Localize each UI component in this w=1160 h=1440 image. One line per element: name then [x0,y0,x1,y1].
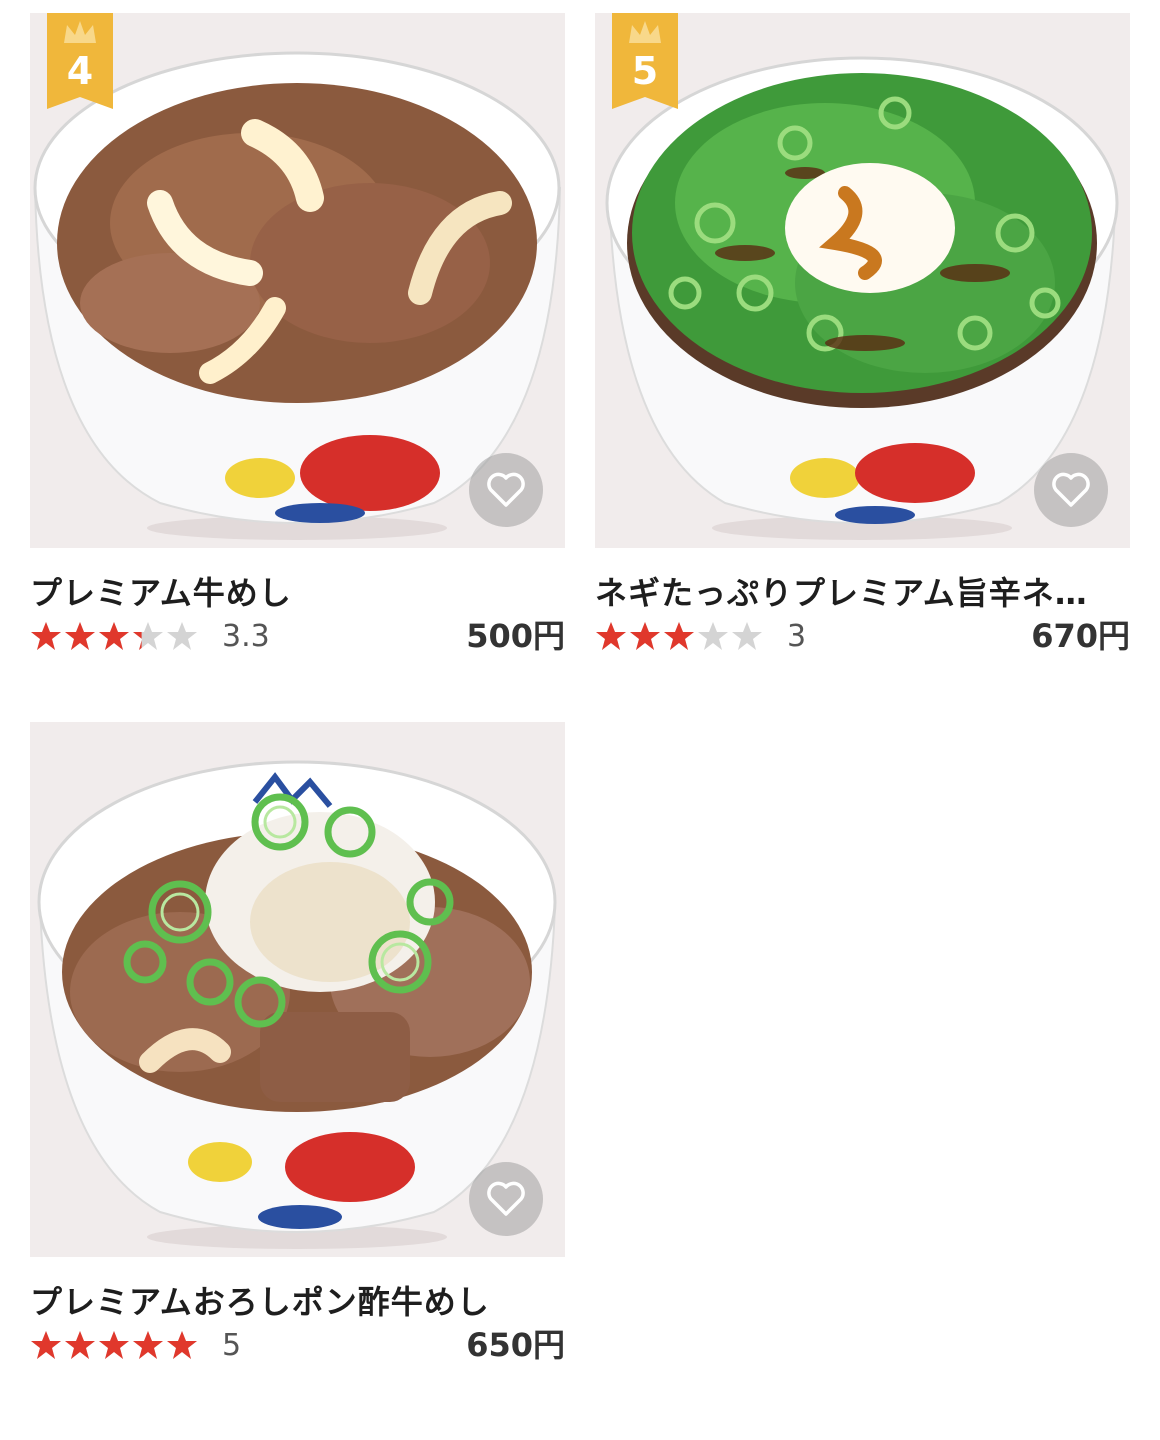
food-photo[interactable] [30,722,565,1257]
star-rating [30,620,200,652]
rank-number: 5 [631,49,659,93]
rating-value: 5 [222,1328,242,1363]
item-price: 500円 [466,617,565,655]
item-meta: 3.3 500円 [30,616,565,660]
item-name[interactable]: ネギたっぷりプレミアム旨辛ネ… [595,568,1130,608]
item-price: 650円 [466,1326,565,1364]
star-icon [31,1331,61,1359]
heart-outline-icon [487,472,525,507]
star-icon [99,622,129,650]
star-icon [99,1331,129,1359]
menu-item-card[interactable]: 5 ネギたっぷりプレミアム旨辛ネ… 3 670円 [595,13,1130,660]
favorite-button[interactable] [1034,453,1108,527]
star-icon [167,622,197,650]
star-icon [31,622,61,650]
star-icon [630,622,660,650]
rank-badge: 4 [47,13,113,109]
star-rating [30,1329,200,1361]
item-price: 670円 [1031,617,1130,655]
menu-item-card[interactable]: プレミアムおろしポン酢牛めし 5 650円 [30,722,565,1369]
rank-number: 4 [66,49,94,93]
star-icon [732,622,762,650]
heart-outline-icon [487,1181,525,1216]
favorite-button[interactable] [469,453,543,527]
food-photo[interactable]: 4 [30,13,565,548]
star-icon [65,1331,95,1359]
favorite-button[interactable] [469,1162,543,1236]
star-icon [133,1331,163,1359]
item-name[interactable]: プレミアムおろしポン酢牛めし [30,1277,565,1317]
menu-grid: 4 プレミアム牛めし 3.3 500円 5 ネギたっぷりプレミアム旨辛ネ… 3 … [0,0,1160,1440]
star-icon [596,622,626,650]
item-meta: 3 670円 [595,616,1130,660]
star-icon [167,1331,197,1359]
star-icon [133,622,163,650]
item-meta: 5 650円 [30,1325,565,1369]
rating-value: 3 [787,619,807,654]
star-rating [595,620,765,652]
star-icon [698,622,728,650]
food-photo[interactable]: 5 [595,13,1130,548]
menu-item-card[interactable]: 4 プレミアム牛めし 3.3 500円 [30,13,565,660]
item-name[interactable]: プレミアム牛めし [30,568,565,608]
rank-badge: 5 [612,13,678,109]
star-icon [65,622,95,650]
rating-value: 3.3 [222,619,270,654]
heart-outline-icon [1052,472,1090,507]
star-icon [664,622,694,650]
